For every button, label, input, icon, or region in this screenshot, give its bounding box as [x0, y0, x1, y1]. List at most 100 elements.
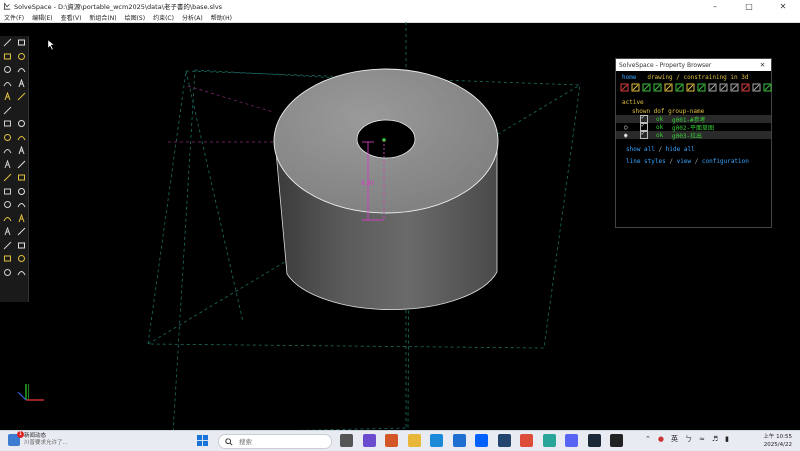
store-icon[interactable] [452, 434, 466, 447]
text-icon[interactable] [2, 65, 12, 75]
hide-all-link[interactable]: hide all [666, 146, 695, 153]
point-icon[interactable] [2, 92, 12, 102]
discord-icon[interactable] [565, 434, 578, 447]
extrude-icon[interactable] [2, 200, 12, 210]
link-icon[interactable] [16, 240, 26, 250]
nav-home-link[interactable]: home [622, 74, 636, 81]
group-active-radio[interactable]: ○ [624, 124, 634, 131]
translate-icon[interactable] [16, 227, 26, 237]
edge-dev-icon[interactable] [542, 434, 556, 447]
line-icon[interactable] [2, 38, 12, 48]
ime-indicator[interactable]: ㄅ [685, 434, 692, 444]
menu-new-group[interactable]: 新组合(N) [89, 13, 116, 22]
nearest-icon[interactable] [16, 186, 26, 196]
occluded-icon[interactable] [752, 83, 761, 92]
group-row[interactable]: ◉ ok g003-拉出 [616, 130, 771, 140]
window-titlebar: SolveSpace - D:\資源\portable_wcm2025\data… [0, 0, 800, 12]
rotate-icon[interactable] [2, 240, 12, 250]
arc-icon[interactable] [16, 51, 26, 61]
spline-icon[interactable] [16, 78, 26, 88]
chat-icon[interactable] [362, 434, 376, 447]
step-icon[interactable] [2, 227, 12, 237]
system-clock[interactable]: 上午 10:55 2025/4/22 [762, 433, 792, 449]
edge-icon[interactable] [730, 83, 739, 92]
dimension-label[interactable]: 8.80 [361, 180, 375, 187]
dropbox-icon[interactable] [475, 434, 488, 447]
edge-icon[interactable] [430, 434, 443, 447]
horizontal-icon[interactable] [2, 132, 12, 142]
group-active-radio[interactable]: ◉ [624, 132, 634, 139]
solvespace-icon[interactable] [610, 434, 623, 447]
helix-icon[interactable] [16, 213, 26, 223]
menu-help[interactable]: 帮助(H) [211, 13, 232, 22]
normal-icon[interactable] [631, 83, 640, 92]
steam-icon[interactable] [587, 434, 601, 447]
file-explorer-icon[interactable] [407, 434, 421, 447]
dimension-icon[interactable] [686, 83, 695, 92]
tray-app-icon[interactable]: ● [658, 435, 664, 443]
parallel-icon[interactable] [2, 146, 12, 156]
menu-constrain[interactable]: 约束(C) [153, 13, 174, 22]
menu-sketch[interactable]: 绘图(S) [125, 13, 146, 22]
circle-icon[interactable] [2, 51, 12, 61]
symmetric-icon[interactable] [2, 159, 12, 169]
task-view-icon[interactable] [340, 434, 353, 447]
show-all-link[interactable]: show all [626, 146, 655, 153]
vertical-icon[interactable] [16, 132, 26, 142]
solid-icon[interactable] [741, 83, 750, 92]
wifi-icon[interactable]: ≈ [699, 435, 705, 443]
center-hole[interactable] [356, 119, 416, 159]
group-name[interactable]: g003-拉出 [672, 131, 702, 140]
maximize-icon[interactable]: □ [732, 0, 766, 12]
point-icon[interactable] [642, 83, 651, 92]
distance-icon[interactable] [2, 119, 12, 129]
view-link[interactable]: view [677, 158, 691, 165]
face-icon[interactable] [664, 83, 673, 92]
volume-icon[interactable]: ♬ [712, 435, 718, 443]
menu-view[interactable]: 查看(V) [61, 13, 82, 22]
tangent-arc-icon[interactable] [16, 92, 26, 102]
line-styles-link[interactable]: line styles [626, 158, 666, 165]
photos-icon[interactable] [497, 434, 511, 447]
search-input[interactable] [239, 436, 319, 447]
bezier-icon[interactable] [2, 78, 12, 88]
copilot-icon[interactable] [385, 434, 398, 447]
perpendicular-icon[interactable] [16, 146, 26, 156]
chevron-up-icon[interactable]: ⌃ [645, 435, 651, 443]
ratio-icon[interactable] [16, 173, 26, 183]
hidden-icon[interactable] [719, 83, 728, 92]
menu-edit[interactable]: 编辑(E) [32, 13, 52, 22]
chrome-icon[interactable] [520, 434, 533, 447]
assemble-icon[interactable] [2, 267, 12, 277]
image-icon[interactable] [16, 65, 26, 75]
ref-icon[interactable] [2, 186, 12, 196]
close-icon[interactable]: ✕ [760, 60, 765, 69]
midpoint-icon[interactable] [16, 159, 26, 169]
sketch-icon[interactable] [16, 254, 26, 264]
angle-icon[interactable] [16, 119, 26, 129]
rectangle-icon[interactable] [16, 38, 26, 48]
language-indicator[interactable]: 英 [671, 434, 678, 444]
section-icon[interactable] [16, 267, 26, 277]
menu-file[interactable]: 文件(F) [4, 13, 24, 22]
group-shown-checkbox[interactable] [640, 130, 648, 139]
shaded-icon[interactable] [708, 83, 717, 92]
split-icon[interactable] [2, 105, 12, 115]
constraint-icon[interactable] [653, 83, 662, 92]
close-icon[interactable]: ✕ [766, 0, 800, 12]
export-icon[interactable] [763, 83, 772, 92]
revolve-icon[interactable] [2, 213, 12, 223]
workplane-icon[interactable] [2, 254, 12, 264]
mesh-icon[interactable] [697, 83, 706, 92]
equal-icon[interactable] [2, 173, 12, 183]
outline-icon[interactable] [675, 83, 684, 92]
news-widget[interactable]: 新闻动态 川普要求允许了... [8, 431, 68, 447]
lathe-icon[interactable] [16, 200, 26, 210]
battery-icon[interactable]: ▮ [725, 435, 729, 443]
configuration-link[interactable]: configuration [702, 158, 749, 165]
menu-analyze[interactable]: 分析(A) [182, 13, 203, 22]
windows-start-icon[interactable] [197, 435, 208, 446]
workplane-icon[interactable] [620, 83, 629, 92]
taskbar-search[interactable] [218, 434, 332, 449]
minimize-icon[interactable]: – [698, 0, 732, 12]
